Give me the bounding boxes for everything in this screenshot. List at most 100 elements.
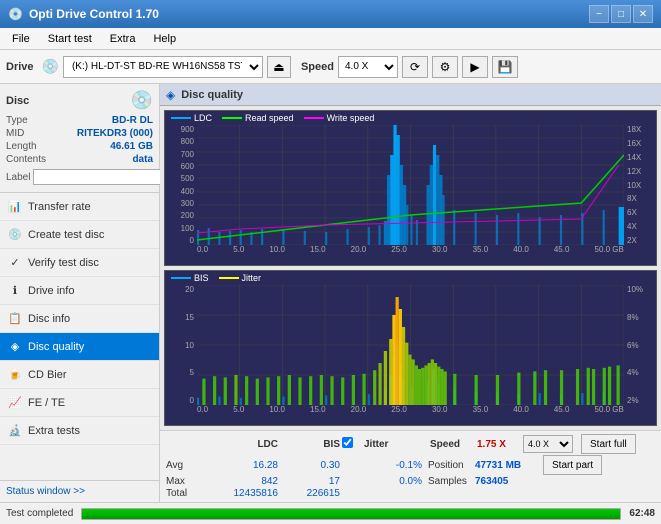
start-part-button[interactable]: Start part <box>543 455 602 475</box>
maximize-button[interactable]: □ <box>611 5 631 23</box>
lower-chart-legend: BIS Jitter <box>165 271 656 285</box>
nav-create-test-disc[interactable]: 💿 Create test disc <box>0 221 159 249</box>
bis-label: BIS <box>194 273 209 283</box>
legend-read-speed: Read speed <box>222 113 294 123</box>
drive-select[interactable]: (K:) HL-DT-ST BD-RE WH16NS58 TST4 <box>63 56 263 78</box>
disc-mid-label: MID <box>6 128 24 139</box>
nav-create-test-disc-label: Create test disc <box>28 229 104 241</box>
test-button[interactable]: ▶ <box>462 56 488 78</box>
nav-drive-info[interactable]: ℹ Drive info <box>0 277 159 305</box>
disc-panel-header: Disc 💿 <box>6 90 153 111</box>
disc-panel-title: Disc <box>6 95 29 107</box>
verify-test-disc-icon: ✓ <box>8 256 22 269</box>
upper-y-axis-left: 0 100 200 300 400 500 600 700 800 900 <box>165 125 197 245</box>
position-val: 47731 MB <box>475 460 535 471</box>
avg-jitter: -0.1% <box>342 460 422 471</box>
nav-items: 📊 Transfer rate 💿 Create test disc ✓ Ver… <box>0 193 159 480</box>
avg-label: Avg <box>166 460 208 471</box>
titlebar: 💿 Opti Drive Control 1.70 − □ ✕ <box>0 0 661 28</box>
disc-contents-row: Contents data <box>6 154 153 165</box>
legend-jitter: Jitter <box>219 273 262 283</box>
bis-col-header: BIS <box>280 439 340 450</box>
jitter-checkbox[interactable] <box>342 437 353 448</box>
main-layout: Disc 💿 Type BD-R DL MID RITEKDR3 (000) L… <box>0 84 661 502</box>
bis-color <box>171 277 191 279</box>
minimize-button[interactable]: − <box>589 5 609 23</box>
quality-panel-title: Disc quality <box>181 89 243 101</box>
total-label: Total <box>166 488 208 499</box>
disc-label-row: Label ✎ <box>6 168 153 186</box>
cd-bier-icon: 🍺 <box>8 368 22 381</box>
speed-dropdown[interactable]: 4.0 X <box>523 435 573 453</box>
drive-label: Drive <box>6 61 34 73</box>
titlebar-controls: − □ ✕ <box>589 5 653 23</box>
read-speed-color <box>222 117 242 119</box>
write-speed-label: Write speed <box>327 113 375 123</box>
nav-cd-bier[interactable]: 🍺 CD Bier <box>0 361 159 389</box>
extra-tests-icon: 🔬 <box>8 424 22 437</box>
nav-disc-quality-label: Disc quality <box>28 341 84 353</box>
max-bis: 17 <box>280 476 340 487</box>
upper-chart-svg <box>197 125 624 245</box>
disc-length-label: Length <box>6 141 37 152</box>
menubar: File Start test Extra Help <box>0 28 661 50</box>
refresh-button[interactable]: ⟳ <box>402 56 428 78</box>
total-ldc: 12435816 <box>210 488 278 499</box>
jitter-checkbox-wrapper <box>342 437 362 451</box>
stats-panel: LDC BIS Jitter Speed 1.75 X 4.0 X Start … <box>160 430 661 502</box>
status-window-button[interactable]: Status window >> <box>0 480 159 502</box>
menu-help[interactable]: Help <box>145 31 184 47</box>
speed-select[interactable]: 4.0 X <box>338 56 398 78</box>
max-row: Max 842 17 0.0% Samples 763405 <box>166 476 655 487</box>
settings-button[interactable]: ⚙ <box>432 56 458 78</box>
eject-button[interactable]: ⏏ <box>267 56 291 78</box>
app-icon: 💿 <box>8 7 23 21</box>
avg-bis: 0.30 <box>280 460 340 471</box>
ldc-label: LDC <box>194 113 212 123</box>
disc-type-label: Type <box>6 115 28 126</box>
upper-x-axis: 0.0 5.0 10.0 15.0 20.0 25.0 30.0 35.0 40… <box>197 245 624 261</box>
status-text: Test completed <box>6 508 73 519</box>
nav-disc-info[interactable]: 📋 Disc info <box>0 305 159 333</box>
nav-transfer-rate[interactable]: 📊 Transfer rate <box>0 193 159 221</box>
disc-mid-value: RITEKDR3 (000) <box>77 128 153 139</box>
ldc-col-header: LDC <box>210 439 278 450</box>
lower-x-axis: 0.0 5.0 10.0 15.0 20.0 25.0 30.0 35.0 40… <box>197 405 624 421</box>
close-button[interactable]: ✕ <box>633 5 653 23</box>
drive-info-icon: ℹ <box>8 284 22 297</box>
disc-panel-icon: 💿 <box>131 90 153 111</box>
start-full-button[interactable]: Start full <box>581 434 636 454</box>
disc-contents-value: data <box>132 154 153 165</box>
transfer-rate-icon: 📊 <box>8 200 22 213</box>
save-button[interactable]: 💾 <box>492 56 518 78</box>
lower-y-axis-right: 2% 4% 6% 8% 10% <box>624 285 656 405</box>
position-label: Position <box>428 460 473 471</box>
lower-chart-svg <box>197 285 624 405</box>
samples-val: 763405 <box>475 476 535 487</box>
status-time: 62:48 <box>629 508 655 519</box>
disc-label-input[interactable] <box>33 169 171 185</box>
status-window-label: Status window >> <box>6 486 85 497</box>
nav-fe-te[interactable]: 📈 FE / TE <box>0 389 159 417</box>
titlebar-left: 💿 Opti Drive Control 1.70 <box>8 7 159 21</box>
jitter-col-header: Jitter <box>364 439 424 450</box>
progress-bar <box>81 508 621 520</box>
upper-chart-body: 0 100 200 300 400 500 600 700 800 900 2X <box>165 125 656 261</box>
upper-chart-legend: LDC Read speed Write speed <box>165 111 656 125</box>
avg-row: Avg 16.28 0.30 -0.1% Position 47731 MB S… <box>166 455 655 475</box>
disc-contents-label: Contents <box>6 154 46 165</box>
fe-te-icon: 📈 <box>8 396 22 409</box>
menu-file[interactable]: File <box>4 31 38 47</box>
menu-extra[interactable]: Extra <box>102 31 144 47</box>
disc-type-value: BD-R DL <box>112 115 153 126</box>
nav-extra-tests[interactable]: 🔬 Extra tests <box>0 417 159 445</box>
nav-fe-te-label: FE / TE <box>28 397 65 409</box>
create-test-disc-icon: 💿 <box>8 228 22 241</box>
menu-start-test[interactable]: Start test <box>40 31 100 47</box>
quality-header-icon: ◈ <box>166 88 175 102</box>
nav-drive-info-label: Drive info <box>28 285 74 297</box>
nav-verify-test-disc[interactable]: ✓ Verify test disc <box>0 249 159 277</box>
nav-disc-quality[interactable]: ◈ Disc quality <box>0 333 159 361</box>
stats-header: LDC BIS Jitter Speed 1.75 X 4.0 X Start … <box>166 434 655 454</box>
progress-bar-fill <box>82 509 620 519</box>
